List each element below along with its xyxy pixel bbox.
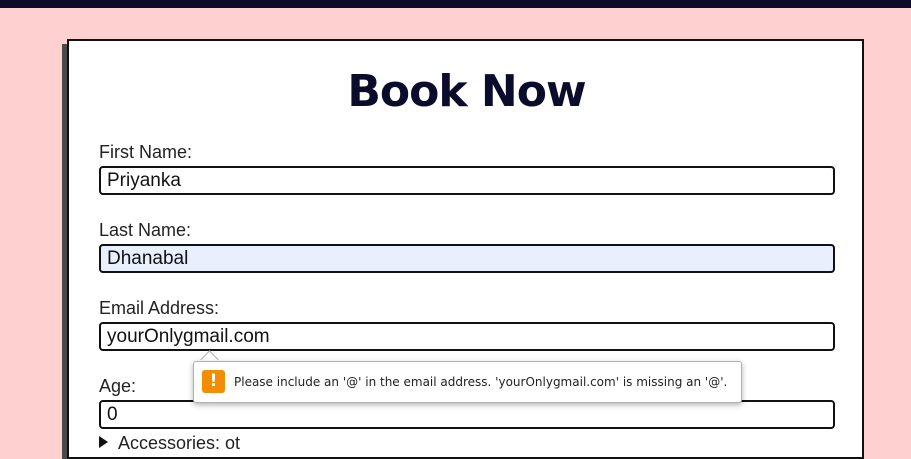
accessories-label: Accessories: ot [118,433,241,453]
email-label: Email Address: [99,298,220,318]
last-name-input[interactable]: Dhanabal [99,244,835,273]
page-title: Book Now [347,66,586,117]
validation-tooltip: ! Please include an '@' in the email add… [193,361,742,403]
email-input[interactable]: yourOnlygmail.com [99,322,835,351]
last-name-label: Last Name: [99,220,192,240]
first-name-label: First Name: [99,142,193,162]
accessories-disclosure[interactable]: Accessories: ot [99,432,240,454]
top-bar [0,0,911,8]
disclosure-triangle-icon [99,436,108,448]
age-label: Age: [99,376,137,396]
validation-message: Please include an '@' in the email addre… [234,375,728,389]
warning-icon: ! [202,370,225,393]
first-name-input[interactable]: Priyanka [99,166,835,195]
age-input[interactable]: 0 [99,400,835,429]
